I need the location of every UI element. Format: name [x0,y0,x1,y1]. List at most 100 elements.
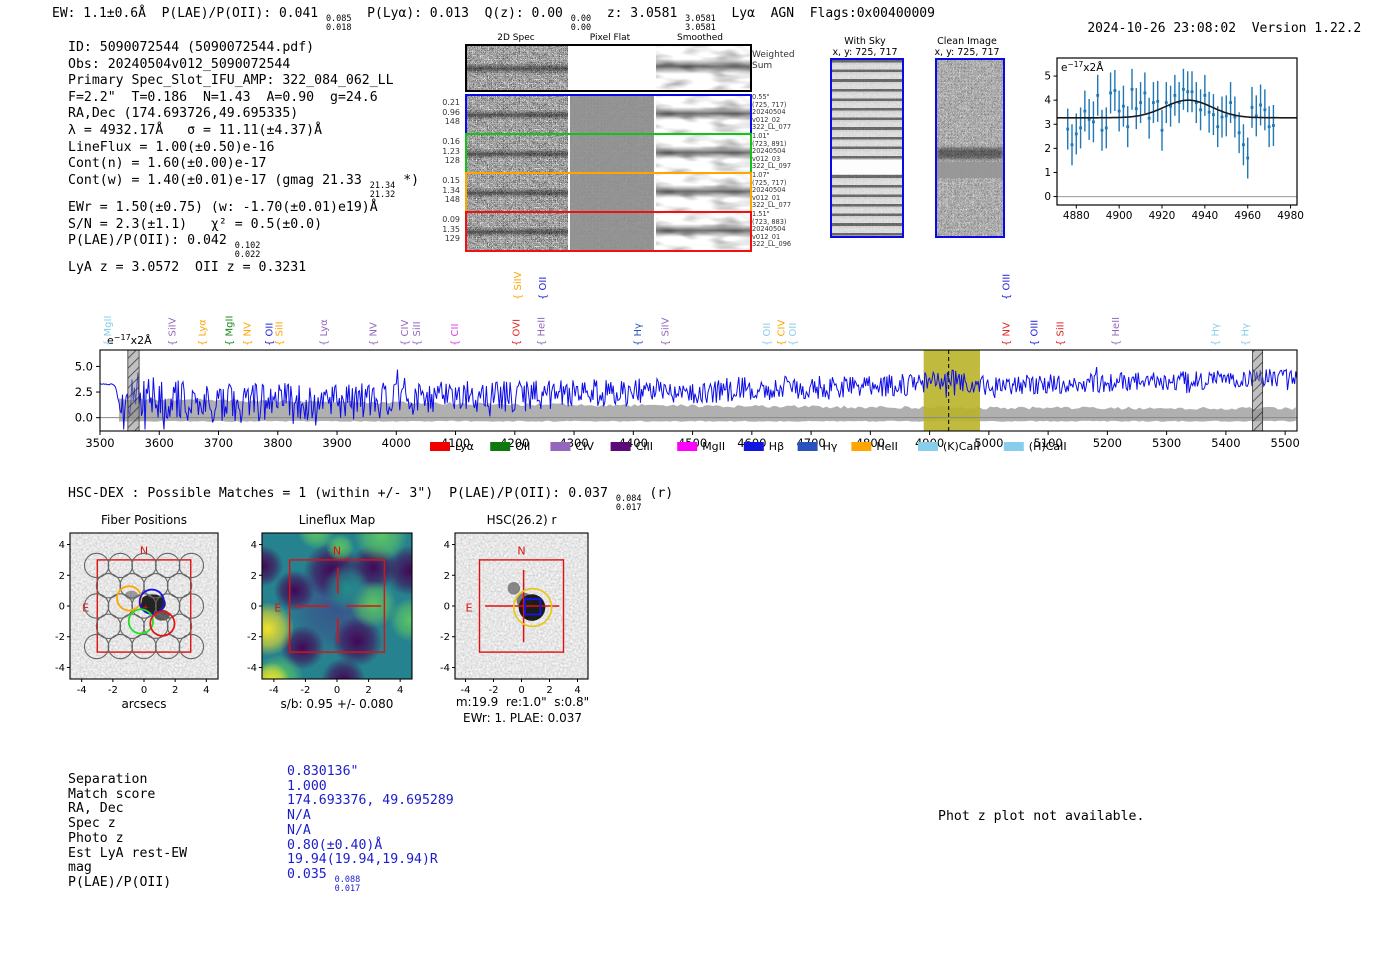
info-line-5: λ = 4932.17Å σ = 11.11(±4.37)Å [68,122,323,138]
svg-text:4980: 4980 [1277,210,1304,222]
spec2d-row-left-labels: 0.21 0.96 148 [442,98,460,126]
legend-swatch-CIV [550,442,571,451]
spec2d-2dspec-image [467,135,568,172]
legend-label: Lyα [455,440,474,453]
match-label: mag [68,860,92,876]
hsc-dex-summary: HSC-DEX : Possible Matches = 1 (within +… [68,486,674,513]
svg-text:3800: 3800 [263,436,292,450]
stacked-fraction: 0.085 0.018 [325,13,352,33]
line-marker-Hγ: { Hγ [1240,323,1251,346]
svg-text:-2: -2 [55,632,65,643]
line-marker-OII: { OII [538,277,549,300]
legend-label: CIII [636,440,653,453]
svg-text:3700: 3700 [204,436,233,450]
spec2d-pixelflat-image [570,174,654,211]
legend-label: HeII [876,440,898,453]
line-marker-SiIV: { SiIV [661,317,672,346]
line-marker-OII: { OII [788,323,799,346]
line-marker-Lyα: { Lyα [197,319,208,346]
header-summary: EW: 1.1±0.6Å P(LAE)/P(OII): 0.041 0.085 0… [52,6,935,33]
match-value: 0.830136" [287,764,359,779]
svg-text:0: 0 [444,602,450,613]
spec2d-pixelflat-image [570,96,654,133]
spec2d-2dspec-image [467,174,568,211]
line-marker-Hγ: { Hγ [1211,323,1222,346]
svg-text:0: 0 [334,685,340,696]
hsc-xlabel1: m:19.9 re:1.0" s:0.8" [455,695,590,709]
spec2d-row [465,133,752,174]
match-label: P(LAE)/P(OII) [68,874,172,890]
svg-text:5400: 5400 [1211,436,1240,450]
svg-text:4880: 4880 [1063,210,1090,222]
weighted-sum-label: Weighted Sum [752,50,795,71]
spec2d-smoothed-image [656,213,750,250]
line-marker-NV: { NV [1002,322,1013,346]
spec2d-pixelflat-image [570,135,654,172]
fiber-xlabel: arcsecs [121,697,167,711]
spec2d-col-header: Smoothed [677,33,723,43]
svg-text:0: 0 [59,602,65,613]
svg-text:2: 2 [444,571,450,582]
legend-label: (K)CaII [943,440,980,453]
line-marker-CIV: { CIV [776,320,787,346]
match-value: 0.035 0.088 0.017 [287,866,361,894]
spec2d-col-header: Pixel Flat [589,33,631,43]
spec2d-smoothed-image [656,96,750,133]
svg-text:3500: 3500 [85,436,114,450]
spec2d-pixelflat-image [570,213,654,250]
info-line-11: P(LAE)/P(OII): 0.042 0.102 0.022 [68,233,261,261]
spec2d-row-right-labels: 1.01" (723, 891) 20240504 v012_03 322_LL_097 [752,132,792,171]
header-datetime-version: 2024-10-26 23:08:02 Version 1.22.2 [1056,6,1361,51]
compass-east: E [274,602,281,615]
info-line-8: Cont(w) = 1.40(±0.01)e-17 (gmag 21.33 21… [68,172,420,200]
clean-image [935,58,1005,238]
line-marker-NV: { NV [369,322,380,346]
line-marker-OII: { OII [762,323,773,346]
clean-dark-band [937,148,1003,159]
spec2d-row [465,94,752,135]
line-marker-SiII: { SiII [1055,321,1066,346]
svg-text:4: 4 [444,540,450,551]
match-label: RA, Dec [68,801,124,817]
svg-text:4: 4 [251,540,257,551]
clean-flat-band [937,162,1003,178]
legend-label: CIV [575,440,594,453]
spec2d-row-left-labels: 0.16 1.23 128 [442,137,460,165]
match-label: Photo z [68,830,124,846]
lineflux-map-plot: -4 -4 -2 -2 0 0 2 2 4 4 N E [247,532,413,696]
line-fit-inset-chart: 4880 4900 4920 4940 4960 4980012345e−17x2Å [1044,57,1304,222]
svg-text:0.0: 0.0 [75,411,93,425]
line-marker-MgII: { MgII [103,316,114,346]
svg-text:-2: -2 [108,685,118,696]
svg-text:3: 3 [1044,119,1051,131]
svg-text:4: 4 [397,685,403,696]
spec2d-smoothed-image [656,46,750,90]
sky-gap-band [832,160,902,175]
stacked-fraction: 0.088 0.017 [334,874,361,894]
compass-north: N [517,545,525,558]
svg-text:0: 0 [1044,191,1051,203]
svg-text:4900: 4900 [1106,210,1133,222]
compass-east: E [82,602,89,615]
legend-label: OII [515,440,530,453]
legend-label: (H)CaII [1029,440,1067,453]
spec2d-row-left-labels: 0.15 1.34 148 [442,176,460,204]
info-line-10: S/N = 2.3(±1.1) χ² = 0.5(±0.0) [68,216,323,232]
hsc-xlabel2: EWr: 1. PLAE: 0.037 [463,711,582,725]
spec2d-2dspec-image [467,46,568,90]
spec2d-row-right-labels: 1.07" (725, 717) 20240504 v012_01 322_LL_077 [752,171,792,210]
masked-band [127,349,140,432]
line-marker-SiIV: { SiIV [513,271,524,300]
full-spectrum-chart: 3500 3600 3700 3800 3900 4000 4100 4200 4300 4400… [75,271,1300,453]
center-cross: + [143,603,149,613]
spec2d-row [465,172,752,213]
spec2d-2dspec-image [467,96,568,133]
line-highlight-band [923,350,980,431]
line-marker-CIV: { CIV [400,320,411,346]
info-line-3: F=2.2" T=0.186 N=1.43 A=0.90 g=24.6 [68,89,378,105]
info-line-0: ID: 5090072544 (5090072544.pdf) [68,40,315,55]
spec2d-row [465,211,752,252]
match-value: 1.000 [287,778,327,794]
legend-swatch-(K)CaII [918,442,938,451]
svg-text:3600: 3600 [145,436,174,450]
